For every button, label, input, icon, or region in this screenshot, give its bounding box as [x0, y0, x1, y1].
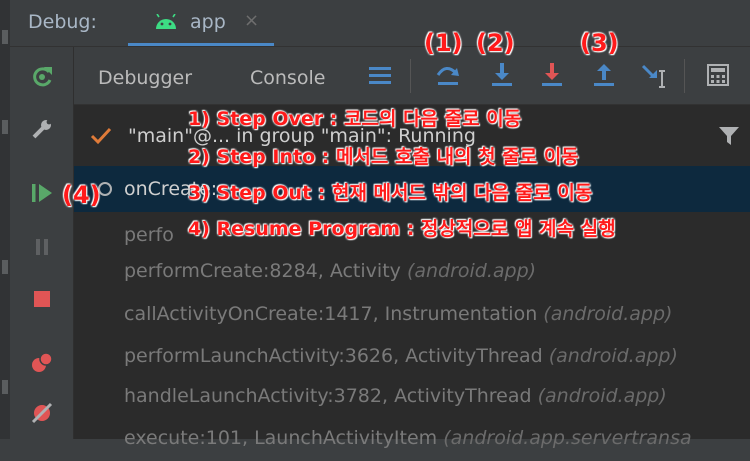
- rerun-button[interactable]: [26, 61, 58, 93]
- strip-mark: [2, 120, 8, 134]
- wrench-icon: [32, 119, 52, 139]
- step-over-button[interactable]: [432, 59, 464, 91]
- step-into-button[interactable]: [486, 59, 518, 91]
- resume-icon: [32, 184, 52, 202]
- filter-icon[interactable]: [718, 125, 740, 147]
- annotation-step-over: 1) Step Over : 코드의 다음 줄로 이동: [188, 108, 522, 130]
- tab-console[interactable]: Console: [250, 67, 325, 89]
- annotation-number-4: (4): [62, 181, 101, 209]
- force-step-into-button[interactable]: [536, 59, 568, 91]
- step-out-icon: [594, 64, 614, 86]
- breakpoints-icon: [32, 352, 53, 372]
- debugger-tabs-bar: Debugger Console: [74, 47, 750, 105]
- frame-label: performLaunchActivity:3626, ActivityThre…: [124, 345, 543, 367]
- view-breakpoints-button[interactable]: [26, 347, 58, 379]
- mute-breakpoints-button[interactable]: [26, 397, 58, 429]
- frame-package: (android.app): [537, 385, 667, 407]
- annotation-number-3: (3): [580, 29, 619, 57]
- frame-row[interactable]: callActivityOnCreate:1417, Instrumentati…: [74, 291, 750, 337]
- menu-icon: [369, 67, 391, 84]
- evaluate-expression-button[interactable]: [702, 59, 734, 91]
- annotation-number-2: (2): [476, 29, 515, 57]
- frame-label: execute:101, LaunchActivityItem: [124, 427, 438, 449]
- app-tab[interactable]: app ×: [128, 0, 274, 46]
- step-out-button[interactable]: [588, 59, 620, 91]
- strip-mark: [2, 380, 8, 394]
- stop-button[interactable]: [26, 283, 58, 315]
- layout-menu-button[interactable]: [364, 59, 396, 91]
- active-tab-indicator: [128, 43, 274, 46]
- strip-mark: [2, 260, 8, 274]
- annotation-number-1: (1): [424, 29, 463, 57]
- close-icon[interactable]: ×: [244, 10, 259, 31]
- settings-button[interactable]: [26, 113, 58, 145]
- frame-label: callActivityOnCreate:1417, Instrumentati…: [124, 303, 538, 325]
- strip-mark: [2, 30, 8, 44]
- frame-package: (android.app): [548, 345, 678, 367]
- debug-header: Debug: app ×: [10, 0, 750, 47]
- pause-button[interactable]: [26, 231, 58, 263]
- toolbar-separator: [410, 59, 411, 93]
- frame-row[interactable]: handleLaunchActivity:3782, ActivityThrea…: [74, 373, 750, 419]
- app-tab-label: app: [190, 11, 226, 33]
- frame-row[interactable]: performCreate:8284, Activity (android.ap…: [74, 248, 750, 294]
- annotation-resume: 4) Resume Program : 정상적으로 앱 계속 실행: [188, 218, 616, 240]
- android-icon: [156, 14, 176, 29]
- stop-icon: [34, 291, 50, 307]
- frame-package: (android.app): [406, 260, 537, 282]
- frame-label: performCreate:8284, Activity: [124, 260, 401, 282]
- force-step-into-icon: [542, 63, 562, 86]
- frame-label: perfo: [124, 224, 174, 246]
- rerun-icon: [33, 67, 52, 87]
- frame-package: (android.app.servertransa: [443, 427, 692, 449]
- annotation-step-into: 2) Step Into : 메서드 호출 내의 첫 줄로 이동: [188, 146, 579, 168]
- run-to-cursor-button[interactable]: [638, 59, 670, 91]
- pause-icon: [36, 239, 48, 255]
- panel-label: Debug:: [28, 11, 97, 33]
- annotation-step-out: 3) Step Out : 현재 메서드 밖의 다음 줄로 이동: [188, 182, 593, 204]
- resume-button[interactable]: [26, 177, 58, 209]
- toolbar-separator: [684, 59, 685, 93]
- step-into-icon: [492, 63, 512, 86]
- frame-row[interactable]: execute:101, LaunchActivityItem (android…: [74, 415, 750, 461]
- evaluate-icon: [707, 64, 729, 86]
- run-to-cursor-icon: [641, 64, 665, 88]
- mute-breakpoints-icon: [31, 402, 53, 424]
- frame-label: handleLaunchActivity:3782, ActivityThrea…: [124, 385, 532, 407]
- step-over-icon: [436, 67, 459, 85]
- debug-side-toolbar: [10, 47, 74, 439]
- tab-debugger[interactable]: Debugger: [98, 67, 192, 89]
- check-icon: [90, 127, 112, 145]
- frame-package: (android.app): [543, 303, 673, 325]
